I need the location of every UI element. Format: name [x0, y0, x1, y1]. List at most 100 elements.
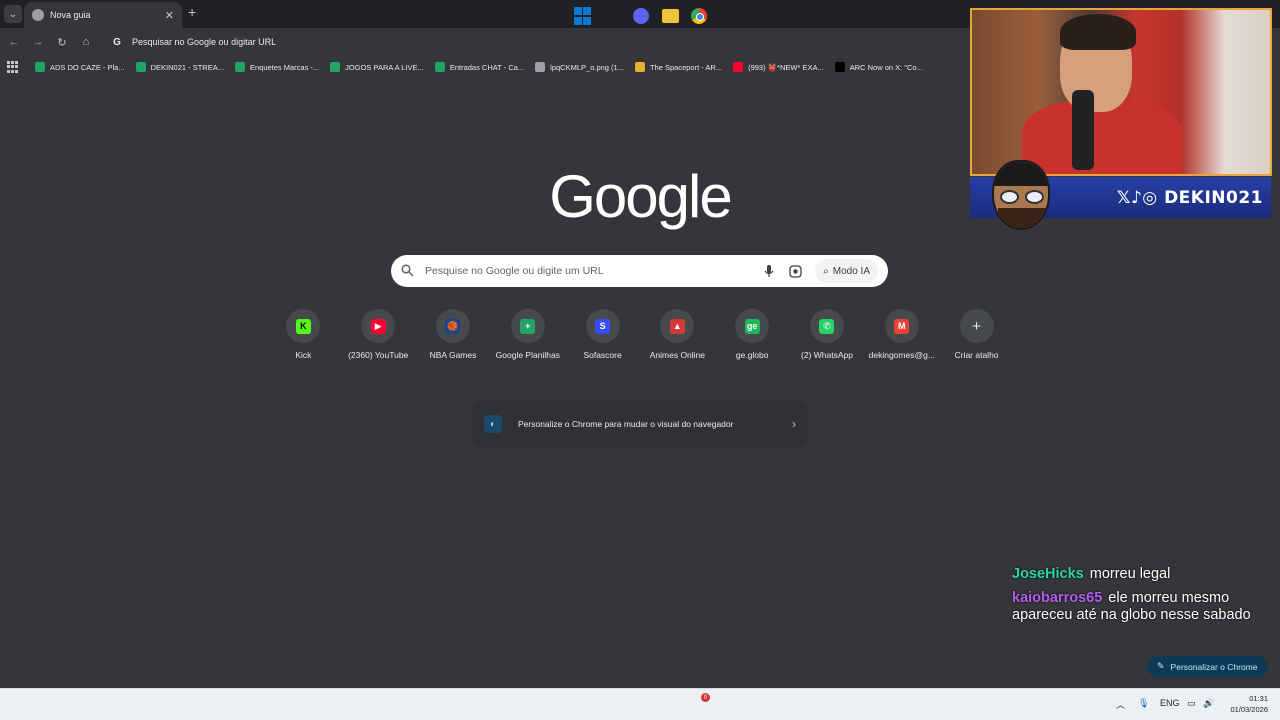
shortcut-label: Kick: [295, 350, 312, 360]
windows-taskbar: [0, 688, 1280, 720]
show-hidden-icons-chevron-icon[interactable]: ︿: [1116, 698, 1125, 711]
home-icon[interactable]: ⌂: [78, 34, 94, 50]
x-icon: [834, 62, 845, 72]
bookmark-label: Entradas CHAT - Ca...: [449, 62, 525, 72]
shortcut-glyph: 🏀: [445, 318, 461, 334]
shortcut-icon: ▲: [660, 309, 695, 343]
shortcut-label: Criar atalho: [954, 350, 999, 360]
ai-mode-button[interactable]: ⌕ Modo IA: [815, 259, 878, 283]
chat-message: JoseHicks morreu legal: [1012, 566, 1276, 583]
bookmark-item[interactable]: Entradas CHAT - Ca...: [434, 62, 525, 72]
taskbar-search-icon[interactable]: [602, 7, 620, 25]
bookmark-label: (993) 👹*NEW* EXA...: [748, 62, 824, 72]
search-input[interactable]: Pesquise no Google ou digite um URL: [425, 265, 751, 277]
shortcut-glyph: S: [595, 318, 611, 334]
chat-username: kaiobarros65: [1012, 590, 1103, 606]
sheets-icon: [330, 62, 341, 72]
pencil-icon: ✎: [1157, 661, 1165, 671]
shortcut-icon: +: [959, 309, 994, 343]
network-icon[interactable]: ▭: [1187, 698, 1196, 709]
volume-icon[interactable]: 🔊: [1203, 698, 1214, 709]
shortcut-tile[interactable]: ▶ (2360) YouTube: [341, 309, 416, 369]
shortcut-tile[interactable]: S Sofascore: [565, 309, 640, 369]
customize-chrome-card[interactable]: ◐ Personalize o Chrome para mudar o visu…: [472, 401, 808, 447]
bookmark-item[interactable]: ADS DO CAZE - Pla...: [35, 62, 125, 72]
reload-icon[interactable]: ↻: [54, 34, 70, 50]
bookmark-item[interactable]: DEKIN021 - STREA...: [135, 62, 224, 72]
google-lens-icon[interactable]: [787, 263, 803, 279]
shortcut-label: Animes Online: [649, 350, 706, 360]
new-tab-favicon-icon: [32, 9, 44, 21]
discord-icon[interactable]: [632, 7, 650, 25]
language-indicator[interactable]: ENG: [1160, 698, 1180, 708]
file-explorer-icon[interactable]: [661, 7, 679, 25]
globe-icon: [535, 62, 546, 72]
microphone-tray-icon[interactable]: 🎙: [1138, 698, 1149, 709]
windows-start-icon[interactable]: [573, 7, 591, 25]
shortcut-tile[interactable]: K Kick: [266, 309, 341, 369]
webcam-overlay: [970, 8, 1272, 176]
shortcut-label: ge.globo: [735, 350, 769, 360]
shortcut-tile[interactable]: Mdekingomes@g...: [864, 309, 939, 369]
tab-search-button[interactable]: ⌄: [4, 5, 22, 23]
customize-chrome-button[interactable]: ✎ Personalizar o Chrome: [1147, 656, 1268, 677]
shortcut-tile[interactable]: + Criar atalho: [939, 309, 1014, 369]
clock-time: 01:31: [1249, 694, 1268, 703]
shortcut-label: (2) WhatsApp: [800, 350, 853, 360]
search-box[interactable]: Pesquise no Google ou digite um URL ⌕ Mo…: [391, 255, 888, 287]
shortcut-tile[interactable]: + Google Planilhas: [490, 309, 565, 369]
tab-new-tab[interactable]: Nova guia ✕: [24, 2, 182, 28]
shortcut-tile[interactable]: 🏀 NBA Games: [416, 309, 491, 369]
bookmark-item[interactable]: (993) 👹*NEW* EXA...: [733, 62, 824, 72]
ai-mode-label: Modo IA: [832, 265, 870, 277]
bookmark-label: ADS DO CAZE - Pla...: [50, 62, 125, 72]
chrome-taskbar-icon[interactable]: [690, 7, 708, 25]
chat-overlay: JoseHicks morreu legal kaiobarros65 ele mor…: [1012, 566, 1276, 631]
shortcut-icon: ge: [735, 309, 770, 343]
apps-grid-icon[interactable]: [7, 61, 19, 73]
shortcut-icon: M: [884, 309, 919, 343]
shortcut-tile[interactable]: ▲ Animes Online: [640, 309, 715, 369]
bookmark-label: DEKIN021 - STREA...: [150, 62, 224, 72]
bookmark-item[interactable]: JOGOS PARA A LIVE...: [330, 62, 424, 72]
new-tab-button[interactable]: +: [188, 4, 196, 20]
customize-chrome-label: Personalizar o Chrome: [1170, 661, 1258, 672]
shortcut-label: Google Planilhas: [495, 350, 560, 360]
cartoon-avatar-logo: [992, 160, 1050, 230]
bookmark-item[interactable]: Enquetes Marcas -...: [234, 62, 320, 72]
bookmark-label: lpqCKMLP_o.png (1...: [550, 62, 624, 72]
shortcut-glyph: K: [295, 318, 311, 334]
chrome-notification-badge: 0: [701, 693, 710, 702]
bookmark-item[interactable]: The Spaceport - AR...: [634, 62, 723, 72]
shortcut-glyph: +: [972, 317, 981, 335]
bookmark-label: ARC Now on X: "Co...: [849, 62, 923, 72]
chat-message: kaiobarros65 ele morreu mesmo apareceu at…: [1012, 590, 1276, 624]
youtube-icon: [733, 62, 744, 72]
shortcut-icon: ▶: [361, 309, 396, 343]
shortcut-label: Sofascore: [583, 350, 622, 360]
taskbar-clock[interactable]: 01:31 01/03/2026: [1224, 693, 1268, 715]
shortcut-label: NBA Games: [429, 350, 477, 360]
tab-title: Nova guia: [50, 10, 91, 20]
clock-date: 01/03/2026: [1230, 705, 1268, 714]
bookmark-item[interactable]: lpqCKMLP_o.png (1...: [535, 62, 624, 72]
customize-card-text: Personalize o Chrome para mudar o visual…: [518, 419, 734, 429]
shortcut-tile[interactable]: ✆ (2) WhatsApp: [790, 309, 865, 369]
bookmark-item[interactable]: ARC Now on X: "Co...: [834, 62, 923, 72]
google-logo: Google: [549, 163, 732, 230]
forward-arrow-icon[interactable]: →: [30, 34, 46, 50]
microphone-icon[interactable]: [761, 263, 777, 279]
tab-close-icon[interactable]: ✕: [165, 9, 174, 22]
microphone: [1072, 90, 1094, 170]
sheets-icon: [234, 62, 245, 72]
chat-text: morreu legal: [1089, 566, 1171, 582]
shortcut-glyph: ge: [744, 318, 760, 334]
shortcut-tile[interactable]: ge ge.globo: [715, 309, 790, 369]
bookmark-label: The Spaceport - AR...: [649, 62, 723, 72]
shortcut-icon: +: [510, 309, 545, 343]
shortcut-icon: K: [286, 309, 321, 343]
bookmark-label: Enquetes Marcas -...: [249, 62, 320, 72]
drive-icon: [135, 62, 146, 72]
back-arrow-icon[interactable]: ←: [6, 34, 22, 50]
shortcut-glyph: ▶: [370, 318, 386, 334]
